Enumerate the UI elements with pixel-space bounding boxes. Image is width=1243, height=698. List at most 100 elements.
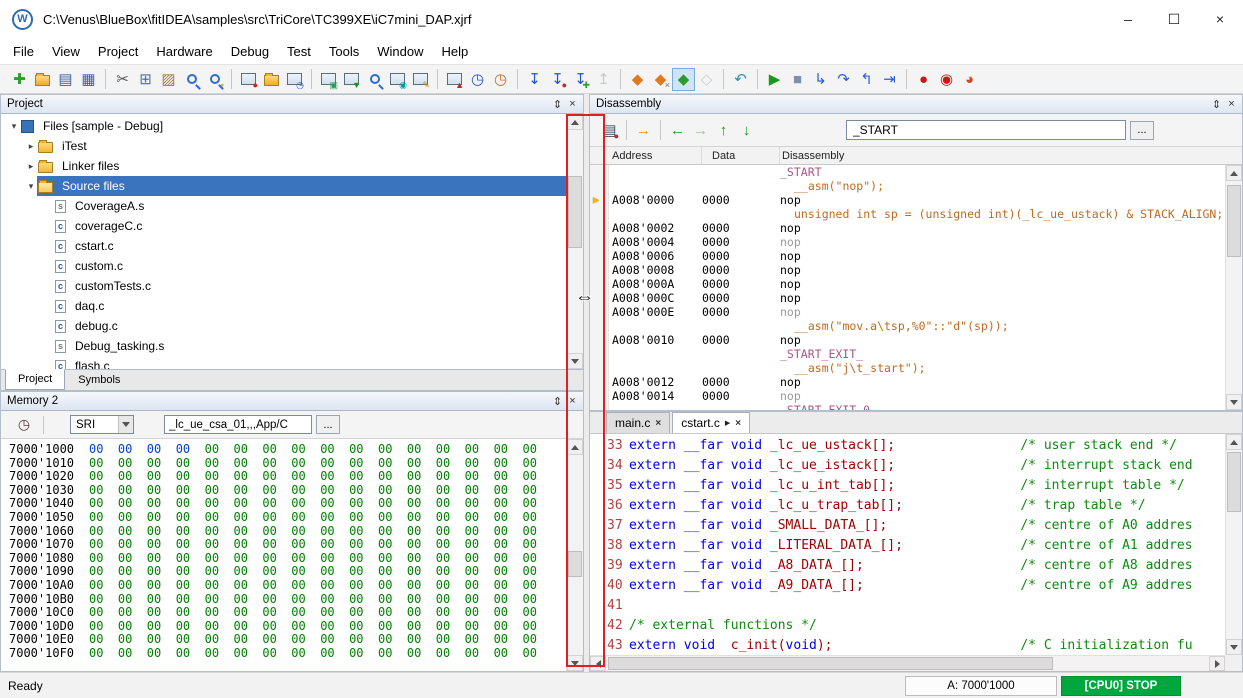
memory-browse-button[interactable]: ...: [316, 415, 340, 434]
code-line[interactable]: 35extern __far void _lc_u_int_tab[]; /* …: [590, 476, 1225, 496]
scroll-down-button[interactable]: [1226, 639, 1242, 655]
scroll-up-button[interactable]: [567, 439, 583, 455]
memory-bytes[interactable]: 00 00 00 00 00 00 00 00 00 00 00 00 00 0…: [89, 469, 537, 483]
memory-bytes[interactable]: 00 00 00 00 00 00 00 00 00 00 00 00 00 0…: [89, 646, 537, 660]
disassembly-row[interactable]: A008'000E0000nop: [590, 305, 1225, 319]
load-symbols-icon[interactable]: ↧✚: [569, 68, 592, 91]
scroll-up-button[interactable]: [1226, 165, 1242, 181]
disassembly-row[interactable]: A008'00040000nop: [590, 235, 1225, 249]
tree-item[interactable]: cdebug.c: [1, 316, 566, 336]
code-line[interactable]: 38extern __far void _LITERAL_DATA_[]; /*…: [590, 536, 1225, 556]
sfr-window-icon[interactable]: ✎: [409, 68, 432, 91]
toggle-breakpoint-icon[interactable]: ●: [912, 68, 935, 91]
memory-bytes[interactable]: 00 00 00 00 00 00 00 00 00 00 00 00 00 0…: [89, 578, 537, 592]
line-number[interactable]: 34: [607, 456, 629, 476]
memory-bytes[interactable]: 00 00 00 00 00 00 00 00 00 00 00 00 00 0…: [89, 564, 537, 578]
find-in-files-icon[interactable]: ▪: [203, 68, 226, 91]
line-number[interactable]: 41: [607, 596, 629, 616]
code-line[interactable]: 42/* external functions */: [590, 616, 1225, 636]
profiler-window-icon[interactable]: ◷: [466, 68, 489, 91]
save-all-icon[interactable]: ▦: [77, 68, 100, 91]
flash-erase-icon[interactable]: ◆×: [649, 68, 672, 91]
disassembly-row[interactable]: unsigned int sp = (unsigned int)(_lc_ue_…: [590, 207, 1225, 221]
navigate-back-icon[interactable]: ←: [666, 119, 689, 142]
memory-row[interactable]: 7000'104000 00 00 00 00 00 00 00 00 00 0…: [9, 497, 566, 511]
tab-close-icon[interactable]: ×: [655, 418, 661, 429]
stop-icon[interactable]: ■: [786, 68, 809, 91]
tab-main-c[interactable]: main.c ×: [606, 412, 670, 433]
goto-pc-icon[interactable]: →: [632, 119, 655, 142]
expand-arrow-icon[interactable]: ▾: [24, 181, 38, 192]
flash-program-icon[interactable]: ◆: [672, 68, 695, 91]
output-window-icon[interactable]: ●: [237, 68, 260, 91]
clock-icon[interactable]: ◷: [13, 416, 35, 433]
copy-icon[interactable]: ⊞: [134, 68, 157, 91]
disassembly-row[interactable]: A008'000C0000nop: [590, 291, 1225, 305]
menu-tools[interactable]: Tools: [320, 41, 368, 62]
disassembly-row[interactable]: A008'00140000nop: [590, 389, 1225, 403]
tree-item[interactable]: ▸iTest: [1, 136, 566, 156]
code-line[interactable]: 36extern __far void _lc_u_trap_tab[]; /*…: [590, 496, 1225, 516]
find-icon[interactable]: [180, 68, 203, 91]
memory-row[interactable]: 7000'101000 00 00 00 00 00 00 00 00 00 0…: [9, 457, 566, 471]
run-to-cursor-icon[interactable]: ◕: [958, 68, 981, 91]
editor-horizontal-scrollbar[interactable]: [590, 655, 1225, 671]
memory-row[interactable]: 7000'10F000 00 00 00 00 00 00 00 00 00 0…: [9, 647, 566, 661]
step-out-icon[interactable]: ↰: [855, 68, 878, 91]
panel-float-icon[interactable]: ⇕: [550, 395, 565, 408]
code-area[interactable]: 33extern __far void _lc_ue_ustack[]; /* …: [590, 434, 1225, 655]
memory-address-input[interactable]: [164, 415, 312, 434]
scroll-down-button[interactable]: [1226, 394, 1242, 410]
panel-float-icon[interactable]: ⇕: [1209, 98, 1224, 111]
disassembly-scrollbar[interactable]: [1225, 165, 1242, 410]
code-line[interactable]: 40extern __far void _A9_DATA_[]; /* cent…: [590, 576, 1225, 596]
code-line[interactable]: 41: [590, 596, 1225, 616]
disassembly-row[interactable]: A008'00020000nop: [590, 221, 1225, 235]
memory-bytes[interactable]: 00 00 00 00 00 00 00 00 00 00 00 00 00 0…: [89, 510, 537, 524]
line-number[interactable]: 35: [607, 476, 629, 496]
breakpoints-window-icon[interactable]: ◉: [935, 68, 958, 91]
scroll-thumb[interactable]: [1227, 185, 1241, 257]
expand-arrow-icon[interactable]: ▸: [24, 161, 38, 172]
tree-item[interactable]: sCoverageA.s: [1, 196, 566, 216]
scroll-up-button[interactable]: [1226, 434, 1242, 450]
editor-vertical-scrollbar[interactable]: [1225, 434, 1242, 655]
memory-row[interactable]: 7000'105000 00 00 00 00 00 00 00 00 00 0…: [9, 511, 566, 525]
previous-address-icon[interactable]: ↑: [712, 119, 735, 142]
terminal-window-icon[interactable]: ◉: [386, 68, 409, 91]
disassembly-window-icon[interactable]: ▼: [340, 68, 363, 91]
memory-bytes[interactable]: 00 00 00 00 00 00 00 00 00 00 00 00: [205, 442, 537, 456]
scroll-thumb[interactable]: [568, 176, 582, 248]
flash-setup-icon[interactable]: ◆: [626, 68, 649, 91]
next-address-icon[interactable]: ↓: [735, 119, 758, 142]
memory-bytes[interactable]: 00 00 00 00 00 00 00 00 00 00 00 00 00 0…: [89, 592, 537, 606]
panel-float-icon[interactable]: ⇕: [550, 98, 565, 111]
scroll-right-button[interactable]: [1209, 656, 1225, 671]
tree-item[interactable]: ▾Source files: [1, 176, 566, 196]
memory-row[interactable]: 7000'108000 00 00 00 00 00 00 00 00 00 0…: [9, 552, 566, 566]
memory-bytes[interactable]: 00 00 00 00 00 00 00 00 00 00 00 00 00 0…: [89, 456, 537, 470]
tab-cstart-c[interactable]: cstart.c ▶ ×: [672, 412, 750, 433]
tree-item[interactable]: cdaq.c: [1, 296, 566, 316]
new-workspace-icon[interactable]: ✚: [8, 68, 31, 91]
disassembly-row[interactable]: __asm("nop");: [590, 179, 1225, 193]
tab-project[interactable]: Project: [5, 369, 65, 390]
menu-window[interactable]: Window: [368, 41, 432, 62]
disassembly-row[interactable]: __asm("mov.a\tsp,%0"::"d"(sp));: [590, 319, 1225, 333]
memory-row[interactable]: 7000'103000 00 00 00 00 00 00 00 00 00 0…: [9, 484, 566, 498]
scroll-thumb[interactable]: [1227, 452, 1241, 512]
menu-project[interactable]: Project: [89, 41, 147, 62]
run-icon[interactable]: ▶: [763, 68, 786, 91]
disassembly-row[interactable]: A008'00060000nop: [590, 249, 1225, 263]
memory-row[interactable]: 7000'109000 00 00 00 00 00 00 00 00 00 0…: [9, 565, 566, 579]
memory-bytes[interactable]: 00 00 00 00 00 00 00 00 00 00 00 00 00 0…: [89, 524, 537, 538]
tree-item[interactable]: ccustom.c: [1, 256, 566, 276]
code-line[interactable]: 34extern __far void _lc_ue_istack[]; /* …: [590, 456, 1225, 476]
tree-item[interactable]: ccoverageC.c: [1, 216, 566, 236]
memory-bytes[interactable]: 00 00 00 00 00 00 00 00 00 00 00 00 00 0…: [89, 632, 537, 646]
memory-row[interactable]: 7000'10E000 00 00 00 00 00 00 00 00 00 0…: [9, 633, 566, 647]
memory-bytes[interactable]: 00 00 00 00 00 00 00 00 00 00 00 00 00 0…: [89, 619, 537, 633]
step-over-icon[interactable]: ↷: [832, 68, 855, 91]
attach-icon[interactable]: ↥: [592, 68, 615, 91]
scroll-thumb[interactable]: [608, 657, 1053, 670]
